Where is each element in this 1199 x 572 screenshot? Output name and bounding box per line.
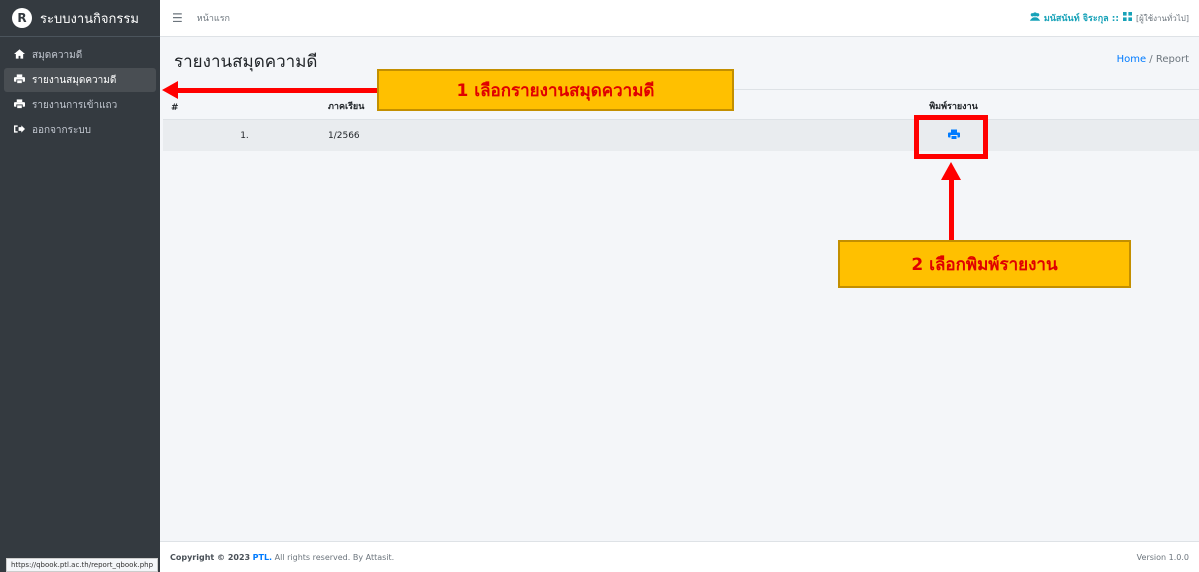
sidebar-item-label: ออกจากระบบ (32, 124, 92, 136)
column-header-number: # (171, 103, 179, 113)
column-header-print: พิมพ์รายงาน (929, 102, 978, 112)
user-name: มนัสนันท์ จิระกุล :: (1043, 14, 1119, 24)
annotation-step1: 1 เลือกรายงานสมุดความดี (377, 69, 734, 111)
home-icon (12, 48, 26, 62)
top-navbar: ☰ หน้าแรก มนัสนันท์ จิระกุล :: [ผู้ใช้งา… (160, 0, 1199, 37)
home-link[interactable]: หน้าแรก (197, 11, 230, 25)
footer: Copyright © 2023 PTL. All rights reserve… (160, 541, 1199, 572)
page-title: รายงานสมุดความดี (174, 52, 318, 72)
status-bar-url: https://qbook.ptl.ac.th/report_qbook.php (6, 558, 159, 572)
brand[interactable]: R ระบบงานกิจกรรม (0, 0, 160, 37)
breadcrumb-separator: / (1149, 54, 1153, 65)
annotation-arrowhead-step1 (162, 81, 178, 99)
sidebar-item-label: รายงานการเข้าแถว (32, 99, 118, 111)
annotation-highlight-print (914, 115, 988, 159)
sidebar-item-logout[interactable]: ออกจากระบบ (4, 118, 156, 142)
sidebar-nav: สมุดความดี รายงานสมุดความดี รายงานการเข้… (0, 43, 160, 142)
sidebar-item-label: รายงานสมุดความดี (32, 74, 117, 86)
table-row: 1. 1/2566 (163, 119, 1199, 151)
logout-icon (12, 124, 26, 137)
grid-icon (1123, 12, 1132, 24)
print-icon (12, 73, 26, 87)
sidebar-item-label: สมุดความดี (32, 49, 83, 61)
user-menu[interactable]: มนัสนันท์ จิระกุล :: [ผู้ใช้งานทั่วไป] (1029, 11, 1189, 25)
breadcrumb-current: Report (1155, 54, 1189, 65)
sidebar: R ระบบงานกิจกรรม สมุดความดี รายงานสมุดคว… (0, 0, 160, 572)
footer-org-link[interactable]: PTL. (253, 553, 272, 562)
cell-term: 1/2566 (328, 130, 360, 141)
annotation-arrow-step1 (174, 88, 378, 93)
cell-number: 1. (240, 130, 249, 141)
menu-toggle-icon[interactable]: ☰ (172, 11, 183, 25)
breadcrumb-home[interactable]: Home (1117, 54, 1147, 65)
footer-version: Version 1.0.0 (1136, 552, 1189, 562)
breadcrumb: Home / Report (1117, 54, 1189, 65)
sidebar-item-qbook-report[interactable]: รายงานสมุดความดี (4, 68, 156, 92)
sidebar-item-attendance-report[interactable]: รายงานการเข้าแถว (4, 93, 156, 117)
annotation-step2: 2 เลือกพิมพ์รายงาน (838, 240, 1131, 288)
print-icon (12, 98, 26, 112)
users-icon (1029, 12, 1041, 24)
sidebar-item-qbook[interactable]: สมุดความดี (4, 43, 156, 67)
footer-rights: All rights reserved. By Attasit. (274, 552, 395, 562)
brand-logo-icon: R (12, 8, 32, 28)
annotation-arrow-step2 (949, 178, 954, 240)
user-role: [ผู้ใช้งานทั่วไป] (1136, 13, 1189, 23)
footer-copyright: Copyright © 2023 (170, 552, 251, 562)
brand-text: ระบบงานกิจกรรม (40, 11, 139, 27)
